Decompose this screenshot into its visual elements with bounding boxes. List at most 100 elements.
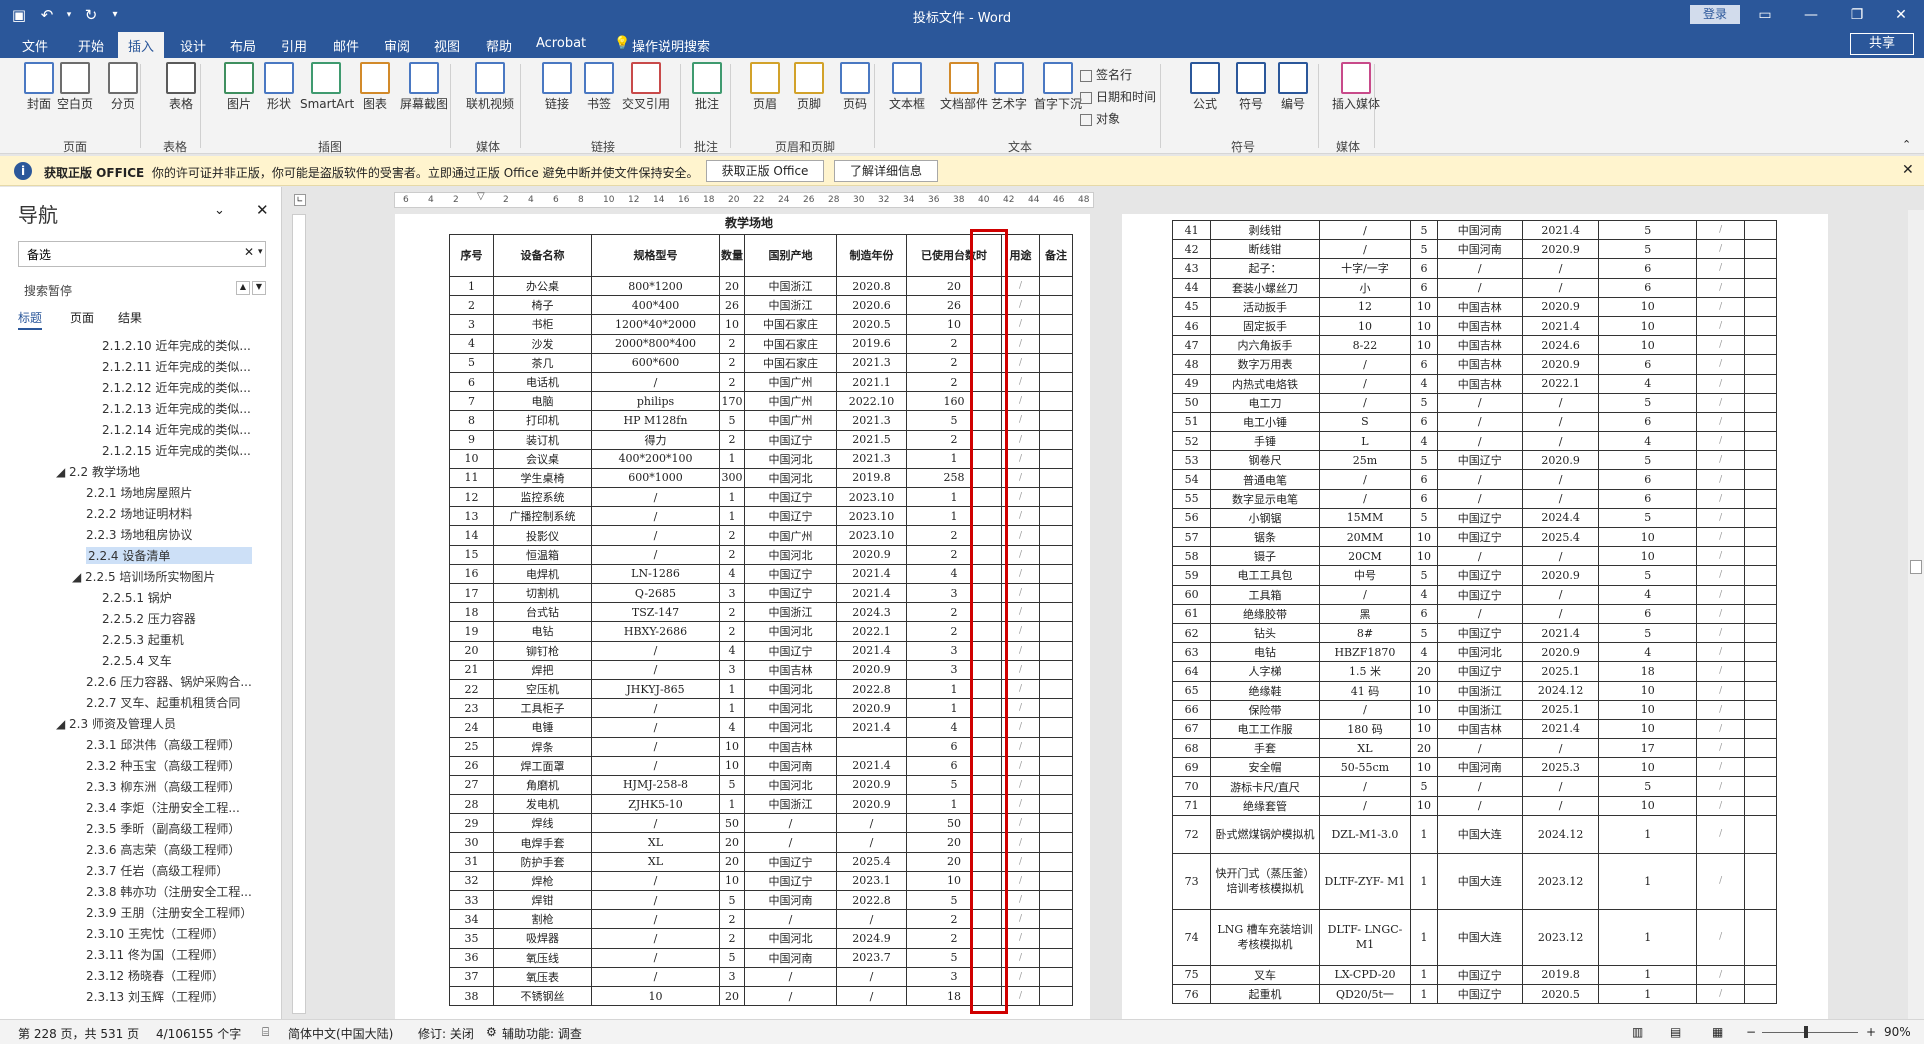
nav-heading-item[interactable]: 2.3.6 高志荣（高级工程师） xyxy=(86,841,240,858)
nav-heading-item[interactable]: 2.1.2.14 近年完成的类似... xyxy=(102,421,251,438)
nav-heading-item[interactable]: 2.2.5.1 锅炉 xyxy=(102,589,172,606)
nav-tab-2[interactable]: 结果 xyxy=(118,309,142,326)
nav-heading-item[interactable]: 2.2.5.4 叉车 xyxy=(102,652,172,669)
nav-heading-item[interactable]: 2.1.2.11 近年完成的类似... xyxy=(102,358,251,375)
accessibility-icon[interactable]: ⚙ xyxy=(486,1025,497,1039)
nav-heading-item[interactable]: 2.2.3 场地租房协议 xyxy=(86,526,192,543)
collapse-ribbon-icon[interactable]: ⌃ xyxy=(1902,138,1911,151)
tab-2[interactable]: 插入 xyxy=(118,32,165,58)
nav-heading-item[interactable]: 2.3.2 种玉宝（高级工程师） xyxy=(86,757,240,774)
ribbon-1-button[interactable]: 空白页 xyxy=(56,62,94,132)
ribbon-3-button[interactable]: 表格 xyxy=(162,62,200,132)
ribbon-5-button[interactable]: 形状 xyxy=(260,62,298,132)
nav-heading-item[interactable]: 2.3.9 王朋（注册安全工程师） xyxy=(86,904,252,921)
ribbon-14-button[interactable]: 页眉 xyxy=(746,62,784,132)
ribbon-small-0[interactable]: 签名行 xyxy=(1080,66,1132,83)
tab-7[interactable]: 审阅 xyxy=(384,36,410,55)
close-message-icon[interactable]: ✕ xyxy=(1902,162,1914,178)
next-result-icon[interactable]: ▼ xyxy=(252,281,266,295)
nav-heading-item[interactable]: 2.2.1 场地房屋照片 xyxy=(86,484,192,501)
ribbon-22-button[interactable]: 符号 xyxy=(1232,62,1270,132)
close-button[interactable]: ✕ xyxy=(1878,0,1924,30)
nav-heading-item[interactable]: 2.3.10 王宪忱（工程师） xyxy=(86,925,224,942)
nav-heading-item[interactable]: 2.1.2.10 近年完成的类似... xyxy=(102,337,251,354)
zoom-out-icon[interactable]: − xyxy=(1746,1025,1756,1039)
ribbon-10-button[interactable]: 链接 xyxy=(538,62,576,132)
ribbon-2-button[interactable]: 分页 xyxy=(104,62,142,132)
nav-tab-0[interactable]: 标题 xyxy=(18,309,42,326)
tab-1[interactable]: 开始 xyxy=(78,36,104,55)
share-button[interactable]: 共享 xyxy=(1850,33,1914,55)
tab-4[interactable]: 布局 xyxy=(230,36,256,55)
tab-8[interactable]: 视图 xyxy=(434,36,460,55)
nav-heading-item[interactable]: 2.3.1 邱洪伟（高级工程师） xyxy=(86,736,240,753)
ribbon-20-button[interactable]: 首字下沉 xyxy=(1032,62,1084,132)
nav-options-icon[interactable]: ⌄ xyxy=(214,203,225,218)
zoom-slider[interactable] xyxy=(1762,1032,1858,1033)
proofing-icon[interactable]: ⌸ xyxy=(262,1025,269,1040)
zoom-in-icon[interactable]: + xyxy=(1866,1025,1876,1039)
nav-heading-item[interactable]: 2.2.7 叉车、起重机租赁合同 xyxy=(86,694,240,711)
nav-heading-item[interactable]: 2.3.3 柳东洲（高级工程师） xyxy=(86,778,240,795)
read-mode-icon[interactable]: ▥ xyxy=(1632,1025,1643,1039)
prev-result-icon[interactable]: ▲ xyxy=(236,281,250,295)
minimize-button[interactable]: — xyxy=(1788,0,1834,30)
tab-5[interactable]: 引用 xyxy=(281,36,307,55)
ribbon-7-button[interactable]: 图表 xyxy=(356,62,394,132)
nav-heading-item[interactable]: ◢ 2.2.5 培训场所实物图片 xyxy=(72,568,215,585)
ribbon-8-button[interactable]: 屏幕截图 xyxy=(398,62,450,132)
ribbon-15-button[interactable]: 页脚 xyxy=(790,62,828,132)
tab-3[interactable]: 设计 xyxy=(180,36,206,55)
nav-heading-item[interactable]: 2.2.5.2 压力容器 xyxy=(102,610,196,627)
tab-0[interactable]: 文件 xyxy=(22,36,48,55)
ribbon-display-icon[interactable]: ▭ xyxy=(1742,0,1788,30)
nav-heading-item[interactable]: 2.3.7 任岩（高级工程师） xyxy=(86,862,228,879)
nav-heading-item[interactable]: 2.2.4 设备清单 xyxy=(86,547,252,564)
accessibility-status[interactable]: 辅助功能: 调查 xyxy=(502,1025,582,1042)
get-genuine-button[interactable]: 获取正版 Office xyxy=(706,160,824,182)
ribbon-13-button[interactable]: 批注 xyxy=(688,62,726,132)
tab-6[interactable]: 邮件 xyxy=(333,36,359,55)
zoom-level[interactable]: 90% xyxy=(1884,1025,1911,1039)
nav-heading-item[interactable]: 2.3.13 刘玉辉（工程师） xyxy=(86,988,224,1005)
learn-more-button[interactable]: 了解详细信息 xyxy=(834,160,938,182)
nav-tab-1[interactable]: 页面 xyxy=(70,309,94,326)
nav-heading-item[interactable]: 2.3.4 李炬（注册安全工程... xyxy=(86,799,240,816)
ribbon-12-button[interactable]: 交叉引用 xyxy=(620,62,672,132)
ribbon-11-button[interactable]: 书签 xyxy=(580,62,618,132)
nav-heading-item[interactable]: 2.2.6 压力容器、锅炉采购合... xyxy=(86,673,252,690)
web-layout-icon[interactable]: ▦ xyxy=(1712,1025,1723,1039)
scroll-thumb[interactable] xyxy=(1910,560,1922,574)
tab-11[interactable]: 操作说明搜索 xyxy=(632,36,710,55)
nav-heading-item[interactable]: 2.1.2.15 近年完成的类似... xyxy=(102,442,251,459)
clear-search-icon[interactable]: ✕ xyxy=(244,245,254,259)
ribbon-0-button[interactable]: 封面 xyxy=(20,62,58,132)
nav-heading-item[interactable]: 2.1.2.13 近年完成的类似... xyxy=(102,400,251,417)
ribbon-4-button[interactable]: 图片 xyxy=(220,62,258,132)
ribbon-19-button[interactable]: 艺术字 xyxy=(990,62,1028,132)
ribbon-17-button[interactable]: 文本框 xyxy=(888,62,926,132)
ribbon-small-2[interactable]: 对象 xyxy=(1080,110,1120,127)
nav-heading-item[interactable]: 2.3.5 季昕（副高级工程师） xyxy=(86,820,240,837)
nav-heading-item[interactable]: 2.3.11 佟为国（工程师） xyxy=(86,946,224,963)
ribbon-18-button[interactable]: 文档部件 xyxy=(938,62,990,132)
nav-heading-item[interactable]: 2.3.8 韩亦功（注册安全工程... xyxy=(86,883,252,900)
ribbon-6-button[interactable]: SmartArt xyxy=(300,62,354,132)
track-changes[interactable]: 修订: 关闭 xyxy=(418,1025,474,1042)
ribbon-small-1[interactable]: 日期和时间 xyxy=(1080,88,1156,105)
language[interactable]: 简体中文(中国大陆) xyxy=(288,1025,393,1042)
page-count[interactable]: 第 228 页，共 531 页 xyxy=(18,1025,139,1042)
nav-heading-item[interactable]: ◢ 2.3 师资及管理人员 xyxy=(56,715,176,732)
ribbon-9-button[interactable]: 联机视频 xyxy=(464,62,516,132)
nav-close-icon[interactable]: ✕ xyxy=(256,201,269,219)
nav-heading-item[interactable]: 2.2.2 场地证明材料 xyxy=(86,505,192,522)
tab-selector-icon[interactable]: ∟ xyxy=(294,194,306,206)
tab-9[interactable]: 帮助 xyxy=(486,36,512,55)
nav-heading-item[interactable]: 2.1.2.12 近年完成的类似... xyxy=(102,379,251,396)
ribbon-21-button[interactable]: 公式 xyxy=(1186,62,1224,132)
search-dropdown-icon[interactable]: ▾ xyxy=(258,247,263,257)
zoom-slider-thumb[interactable] xyxy=(1804,1026,1808,1038)
nav-heading-item[interactable]: ◢ 2.2 教学场地 xyxy=(56,463,140,480)
vertical-scrollbar[interactable] xyxy=(1908,210,1924,1019)
tab-10[interactable]: Acrobat xyxy=(536,36,586,51)
